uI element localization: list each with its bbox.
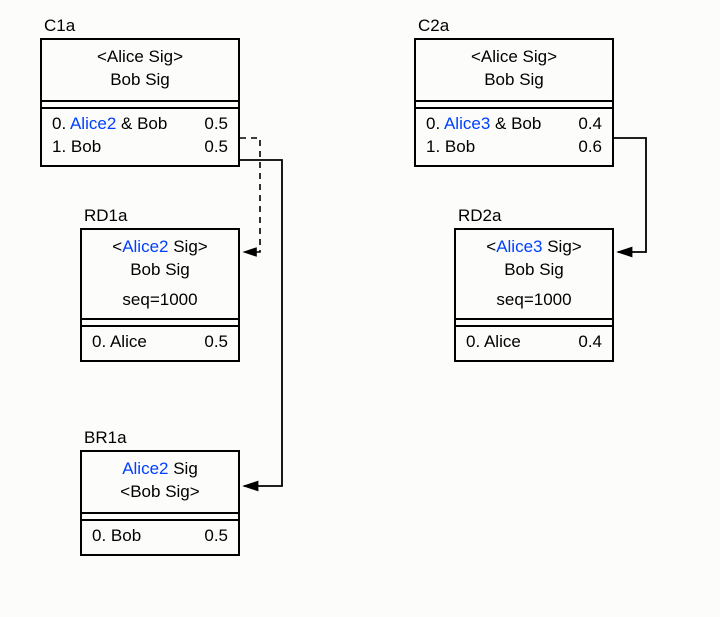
out-index: 0. [426, 114, 444, 133]
rd2a-outputs: 0. Alice 0.4 [456, 327, 612, 360]
label-c1a: C1a [44, 16, 75, 36]
out-key-blue: Alice2 [70, 114, 116, 133]
out-value: 0.4 [578, 113, 602, 136]
br1a-sigs: Alice2 Sig <Bob Sig> [82, 452, 238, 514]
box-c2a: <Alice Sig> Bob Sig 0. Alice3 & Bob 0.4 … [414, 38, 614, 167]
angle-close: Sig> [169, 237, 208, 256]
c2a-sig-bob: Bob Sig [424, 69, 604, 92]
out-value: 0.4 [578, 331, 602, 354]
angle-close: Sig> [543, 237, 582, 256]
out-value: 0.6 [578, 136, 602, 159]
box-br1a: Alice2 Sig <Bob Sig> 0. Bob 0.5 [80, 450, 240, 556]
sig-suffix: Sig [169, 459, 198, 478]
c2a-out1: 1. Bob 0.6 [426, 136, 602, 159]
rd2a-out0: 0. Alice 0.4 [466, 331, 602, 354]
angle-open: < [120, 482, 130, 501]
label-c2a: C2a [418, 16, 449, 36]
angle-close: > [190, 482, 200, 501]
out-value: 0.5 [204, 136, 228, 159]
box-rd1a: <Alice2 Sig> Bob Sig seq=1000 0. Alice 0… [80, 228, 240, 362]
c1a-sig-alice: <Alice Sig> [50, 46, 230, 69]
c1a-sigs: <Alice Sig> Bob Sig [42, 40, 238, 102]
sig-name: Bob Sig [130, 482, 190, 501]
sig-name: Alice [107, 47, 144, 66]
rd2a-seq: seq=1000 [456, 290, 612, 318]
arrow-c2a-out0-to-rd2a [614, 138, 646, 252]
rd2a-sigs: <Alice3 Sig> Bob Sig [456, 230, 612, 290]
sig-name: Alice2 [122, 237, 168, 256]
rd1a-outputs: 0. Alice 0.5 [82, 327, 238, 360]
br1a-sig-bob: <Bob Sig> [90, 481, 230, 504]
br1a-sig-alice2: Alice2 Sig [90, 458, 230, 481]
box-rd2a: <Alice3 Sig> Bob Sig seq=1000 0. Alice 0… [454, 228, 614, 362]
c1a-sig-bob: Bob Sig [50, 69, 230, 92]
angle-open: < [471, 47, 481, 66]
sig-name: Alice3 [496, 237, 542, 256]
out-key-rest: & Bob [490, 114, 541, 133]
label-br1a: BR1a [84, 428, 127, 448]
angle-open: < [112, 237, 122, 256]
out-left: 1. Bob [52, 136, 101, 159]
c1a-out0: 0. Alice2 & Bob 0.5 [52, 113, 228, 136]
angle-close: Sig> [518, 47, 557, 66]
rd1a-seq: seq=1000 [82, 290, 238, 318]
arrow-c1a-out0-to-rd1a [240, 138, 260, 252]
rd1a-sig-alice2: <Alice2 Sig> [90, 236, 230, 259]
rd2a-sig-bob: Bob Sig [464, 259, 604, 282]
label-rd2a: RD2a [458, 206, 501, 226]
out-left: 0. Alice [92, 331, 147, 354]
divider [456, 320, 612, 327]
box-c1a: <Alice Sig> Bob Sig 0. Alice2 & Bob 0.5 … [40, 38, 240, 167]
c1a-out1: 1. Bob 0.5 [52, 136, 228, 159]
out-left: 0. Alice2 & Bob [52, 113, 167, 136]
rd2a-sig-alice3: <Alice3 Sig> [464, 236, 604, 259]
c2a-sigs: <Alice Sig> Bob Sig [416, 40, 612, 102]
rd1a-sig-bob: Bob Sig [90, 259, 230, 282]
rd1a-sigs: <Alice2 Sig> Bob Sig [82, 230, 238, 290]
label-rd1a: RD1a [84, 206, 127, 226]
c2a-sig-alice: <Alice Sig> [424, 46, 604, 69]
c2a-outputs: 0. Alice3 & Bob 0.4 1. Bob 0.6 [416, 109, 612, 165]
angle-open: < [97, 47, 107, 66]
sig-name: Alice2 [122, 459, 168, 478]
divider [82, 320, 238, 327]
sig-name: Alice [481, 47, 518, 66]
out-key-rest: & Bob [116, 114, 167, 133]
divider [42, 102, 238, 109]
angle-open: < [486, 237, 496, 256]
out-value: 0.5 [204, 331, 228, 354]
out-index: 0. [52, 114, 70, 133]
divider [416, 102, 612, 109]
out-left: 0. Bob [92, 525, 141, 548]
out-value: 0.5 [204, 525, 228, 548]
out-value: 0.5 [204, 113, 228, 136]
br1a-outputs: 0. Bob 0.5 [82, 521, 238, 554]
c2a-out0: 0. Alice3 & Bob 0.4 [426, 113, 602, 136]
out-key-blue: Alice3 [444, 114, 490, 133]
out-left: 1. Bob [426, 136, 475, 159]
divider [82, 514, 238, 521]
br1a-out0: 0. Bob 0.5 [92, 525, 228, 548]
arrow-c1a-out1-to-br1a [240, 160, 282, 486]
rd1a-out0: 0. Alice 0.5 [92, 331, 228, 354]
out-left: 0. Alice [466, 331, 521, 354]
angle-close: Sig> [144, 47, 183, 66]
c1a-outputs: 0. Alice2 & Bob 0.5 1. Bob 0.5 [42, 109, 238, 165]
out-left: 0. Alice3 & Bob [426, 113, 541, 136]
